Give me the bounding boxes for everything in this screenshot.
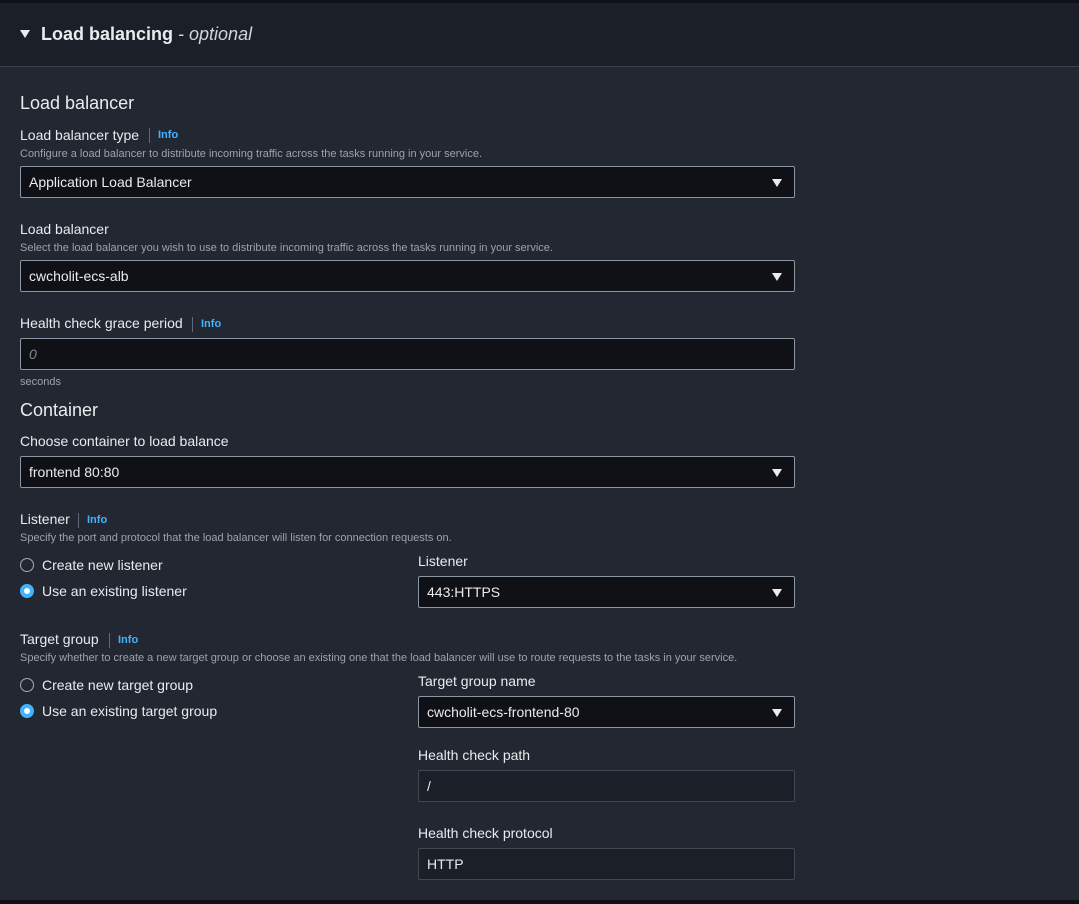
health-check-protocol-input: HTTP <box>418 848 795 880</box>
caret-down-icon[interactable] <box>20 30 30 38</box>
radio-use-existing-listener[interactable]: Use an existing listener <box>20 583 187 599</box>
target-group-description: Specify whether to create a new target g… <box>20 652 738 664</box>
target-group-name-label: Target group name <box>418 673 536 689</box>
load-balancer-heading: Load balancer <box>20 93 135 113</box>
load-balancer-type-value: Application Load Balancer <box>29 174 192 190</box>
container-heading: Container <box>20 400 99 420</box>
load-balancer-type-label: Load balancer type <box>20 127 140 143</box>
grace-period-label: Health check grace period <box>20 315 183 331</box>
target-group-name-value: cwcholit-ecs-frontend-80 <box>427 704 580 720</box>
grace-period-placeholder: 0 <box>29 346 37 362</box>
health-check-protocol-value: HTTP <box>427 856 464 872</box>
load-balancing-section-header[interactable]: Load balancing - optional <box>0 3 1079 67</box>
grace-period-unit: seconds <box>20 376 61 388</box>
load-balancer-type-description: Configure a load balancer to distribute … <box>20 148 483 160</box>
load-balancer-select[interactable]: cwcholit-ecs-alb <box>20 260 795 292</box>
health-check-path-input: / <box>418 770 795 802</box>
info-link[interactable]: Info <box>118 634 138 646</box>
target-group-label: Target group <box>20 631 99 647</box>
target-group-name-select[interactable]: cwcholit-ecs-frontend-80 <box>418 696 795 728</box>
load-balancer-value: cwcholit-ecs-alb <box>29 268 129 284</box>
container-value: frontend 80:80 <box>29 464 120 480</box>
dropdown-caret-icon <box>772 589 782 597</box>
info-link[interactable]: Info <box>201 318 221 330</box>
listener-value: 443:HTTPS <box>427 584 501 600</box>
radio-unchecked-icon[interactable] <box>20 558 34 572</box>
listener-label: Listener <box>20 511 70 527</box>
choose-container-label: Choose container to load balance <box>20 433 229 449</box>
health-check-path-value: / <box>427 778 431 794</box>
radio-checked-icon[interactable] <box>20 704 34 718</box>
info-link[interactable]: Info <box>158 129 178 141</box>
dropdown-caret-icon <box>772 273 782 281</box>
load-balancer-type-select[interactable]: Application Load Balancer <box>20 166 795 198</box>
bottom-border <box>0 900 1079 904</box>
grace-period-input[interactable]: 0 <box>20 338 795 370</box>
radio-checked-icon[interactable] <box>20 584 34 598</box>
radio-use-existing-target-group[interactable]: Use an existing target group <box>20 703 217 719</box>
listener-select-label: Listener <box>418 553 468 569</box>
listener-select[interactable]: 443:HTTPS <box>418 576 795 608</box>
load-balancer-description: Select the load balancer you wish to use… <box>20 242 553 254</box>
radio-create-new-target-group[interactable]: Create new target group <box>20 677 193 693</box>
target-group-info: Info <box>109 632 138 648</box>
dropdown-caret-icon <box>772 179 782 187</box>
load-balancer-type-info: Info <box>149 127 178 143</box>
listener-info: Info <box>78 512 107 528</box>
grace-period-info: Info <box>192 316 221 332</box>
dropdown-caret-icon <box>772 469 782 477</box>
radio-unchecked-icon[interactable] <box>20 678 34 692</box>
info-link[interactable]: Info <box>87 514 107 526</box>
load-balancer-label: Load balancer <box>20 221 109 237</box>
listener-description: Specify the port and protocol that the l… <box>20 532 452 544</box>
health-check-path-label: Health check path <box>418 747 531 763</box>
section-title: Load balancing - optional <box>41 24 253 44</box>
container-select[interactable]: frontend 80:80 <box>20 456 795 488</box>
radio-create-new-listener[interactable]: Create new listener <box>20 557 163 573</box>
dropdown-caret-icon <box>772 709 782 717</box>
health-check-protocol-label: Health check protocol <box>418 825 553 841</box>
